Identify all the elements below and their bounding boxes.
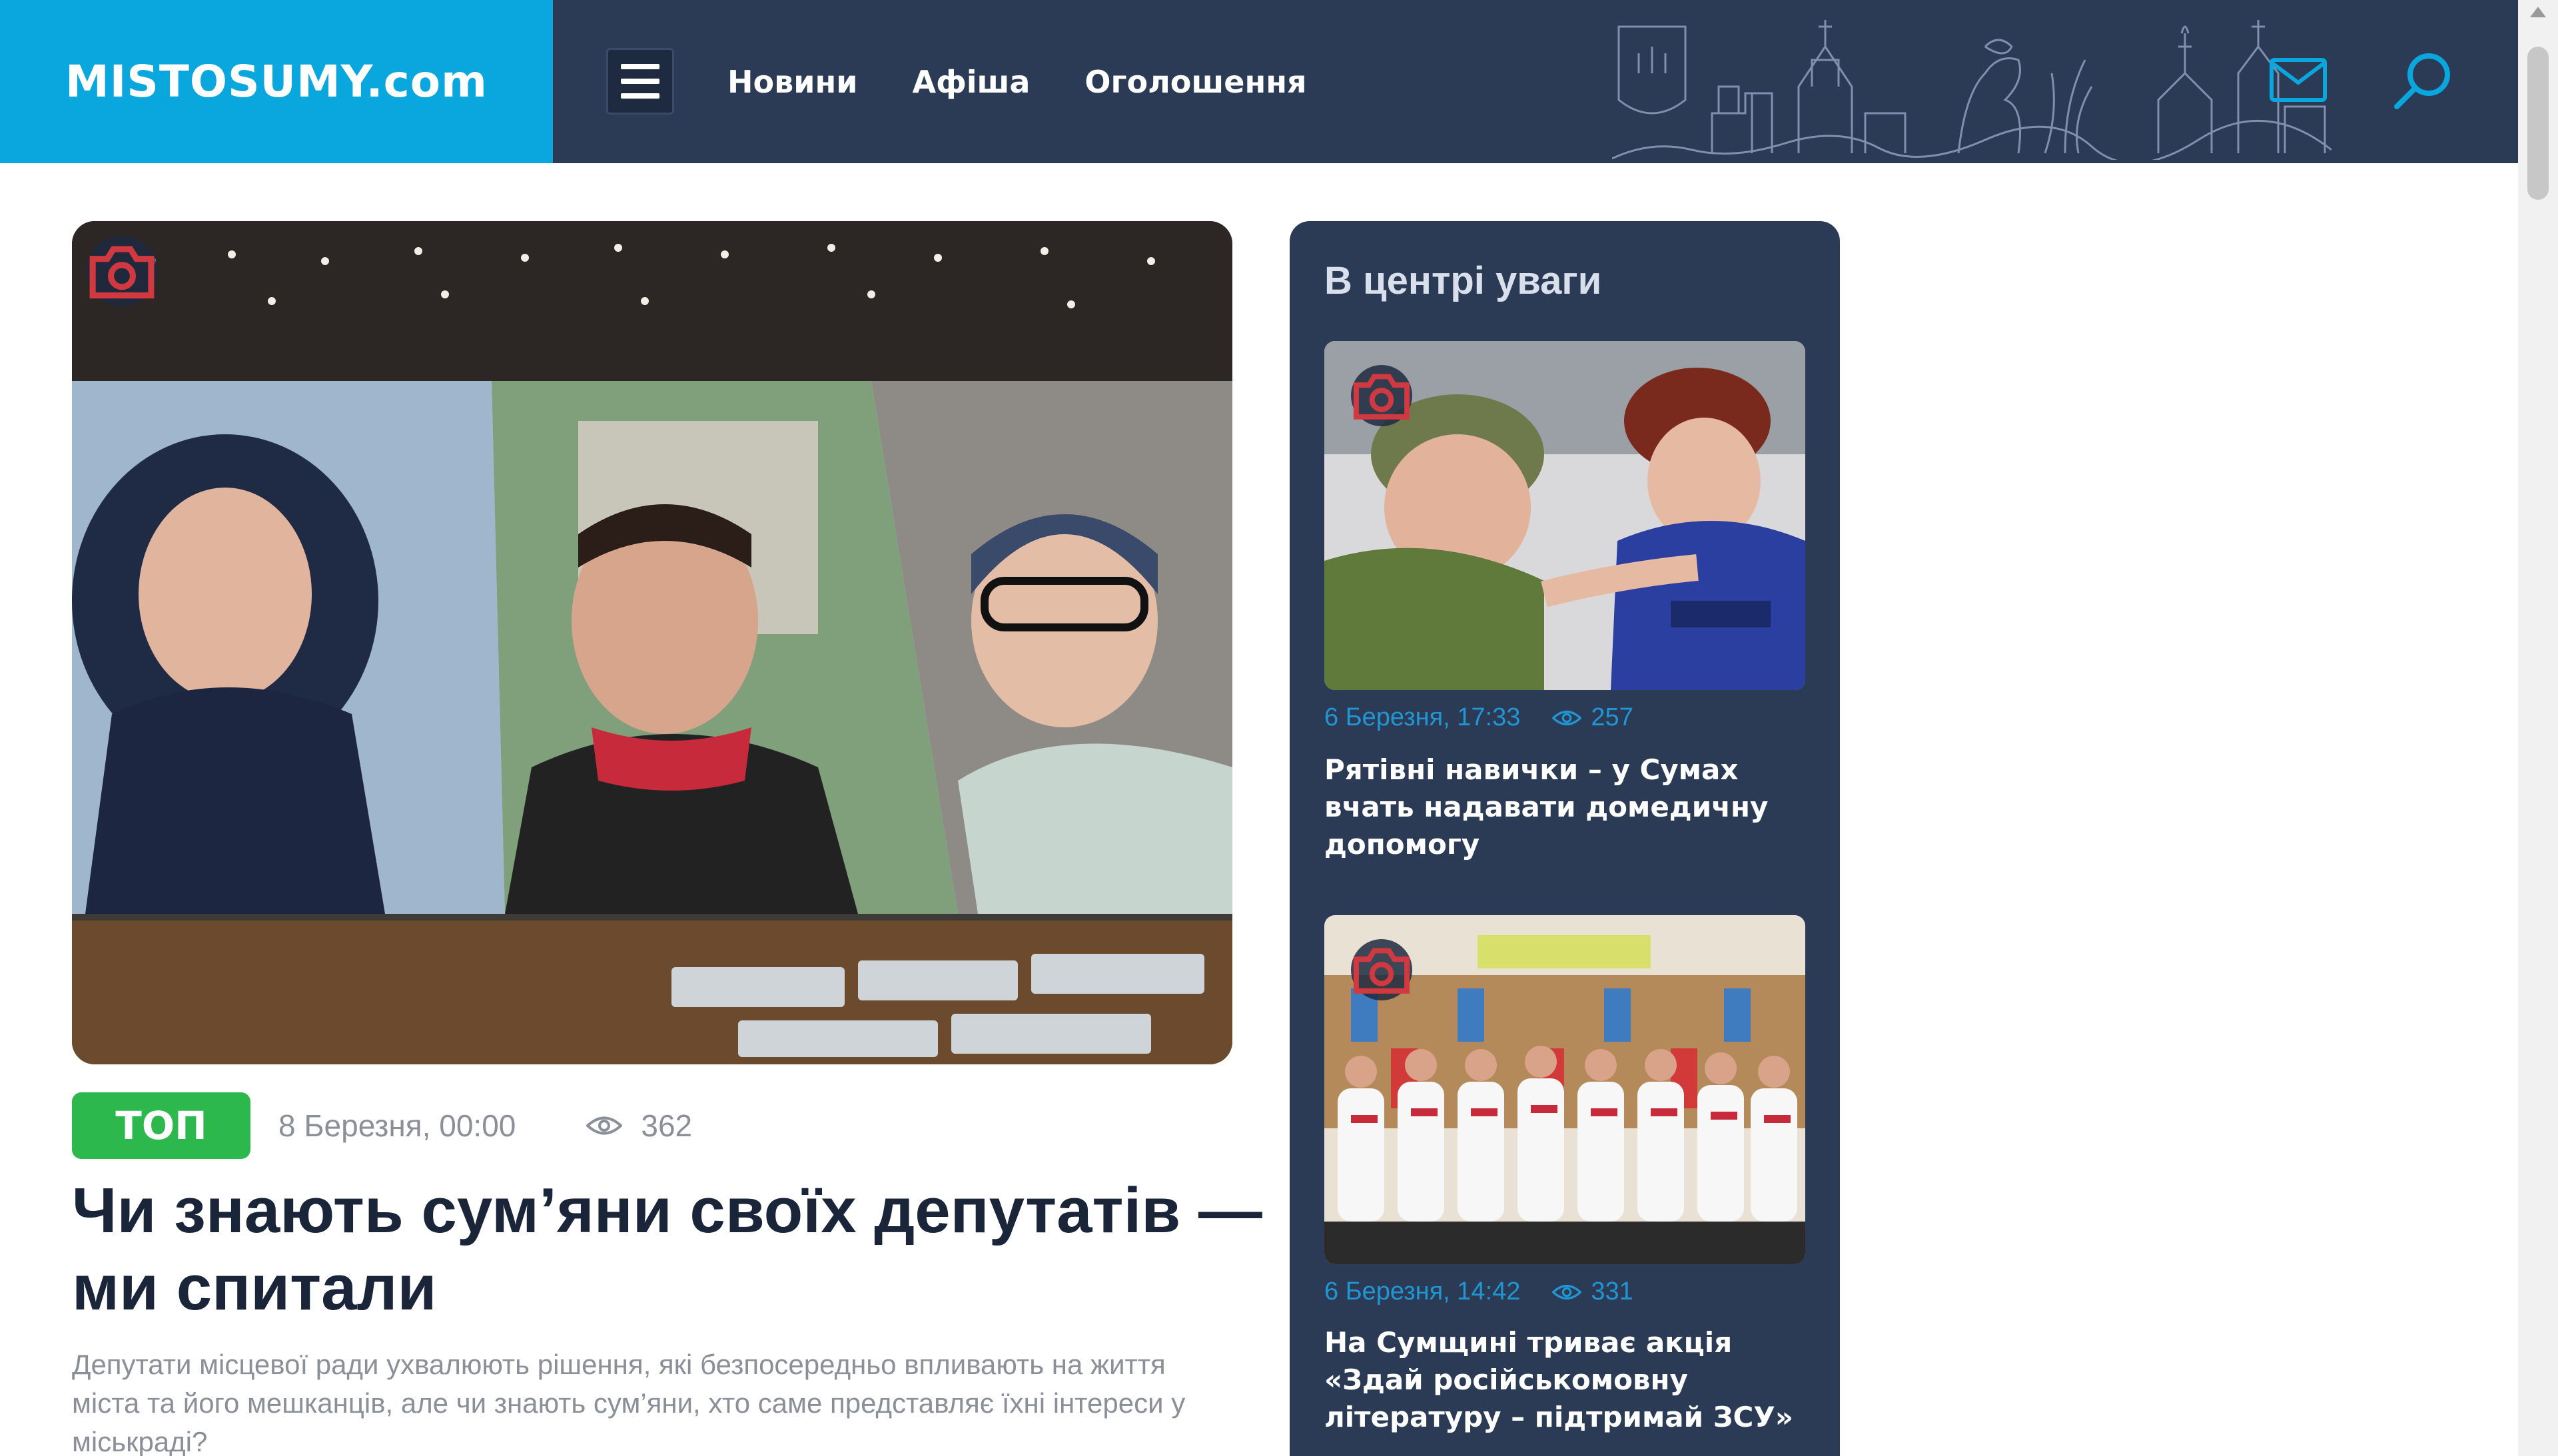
site-logo-text: MISTOSUMY.com	[65, 56, 488, 107]
photo-gallery-badge	[87, 236, 157, 306]
hero-photo-collage	[72, 221, 1232, 1064]
card-date: 6 Березня, 14:42	[1324, 1277, 1521, 1305]
featured-card-title[interactable]: Рятівні навички – у Сумах вчать надавати…	[1324, 751, 1805, 863]
camera-icon	[89, 246, 155, 299]
page-scrollbar[interactable]	[2518, 0, 2558, 1456]
featured-sidebar: В центрі уваги 6 Березня, 17:33 257 Ряті…	[1290, 221, 1840, 1456]
featured-card-title[interactable]: На Сумщині триває акція «Здай російськом…	[1324, 1324, 1805, 1436]
city-skyline-illustration	[1612, 20, 2332, 160]
top-badge[interactable]: ТОП	[72, 1092, 250, 1159]
menu-icon-bar	[621, 93, 659, 99]
hero-article-meta: ТОП 8 Березня, 00:00 362	[72, 1092, 692, 1159]
featured-card-meta: 6 Березня, 17:33 257	[1324, 703, 1633, 732]
site-header: MISTOSUMY.com Новини Афіша Оголошення	[0, 0, 2518, 163]
site-logo[interactable]: MISTOSUMY.com	[0, 0, 553, 163]
card-views-count: 331	[1591, 1277, 1633, 1305]
sidebar-title: В центрі уваги	[1324, 259, 1602, 302]
eye-icon	[586, 1116, 623, 1135]
featured-card-meta: 6 Березня, 14:42 331	[1324, 1277, 1633, 1306]
mail-icon[interactable]	[2268, 55, 2328, 105]
menu-button[interactable]	[606, 48, 674, 115]
menu-icon-bar	[621, 79, 659, 84]
eye-icon	[1552, 1284, 1582, 1299]
search-icon[interactable]	[2391, 48, 2455, 112]
hero-views: 362	[586, 1108, 692, 1144]
eye-icon	[1552, 710, 1582, 725]
menu-icon-bar	[621, 64, 659, 69]
scroll-up-arrow-icon[interactable]	[2530, 7, 2546, 17]
featured-card-image[interactable]	[1324, 915, 1805, 1264]
nav-item-news[interactable]: Новини	[727, 64, 857, 100]
nav-item-events[interactable]: Афіша	[912, 64, 1030, 100]
camera-icon	[1353, 948, 1410, 994]
hero-article-lead: Депутати місцевої ради ухвалюють рішення…	[72, 1349, 1186, 1456]
hero-views-count: 362	[641, 1108, 693, 1143]
card-views-count: 257	[1591, 703, 1633, 731]
card-date: 6 Березня, 17:33	[1324, 703, 1521, 731]
card-views: 257	[1552, 703, 1633, 732]
hero-article-date: 8 Березня, 00:00	[278, 1108, 516, 1143]
photo-gallery-badge	[1351, 939, 1412, 1000]
photo-gallery-badge	[1351, 365, 1412, 426]
card-views: 331	[1552, 1277, 1633, 1306]
featured-card-image[interactable]	[1324, 341, 1805, 690]
nav-item-ads[interactable]: Оголошення	[1084, 64, 1306, 100]
scrollbar-thumb[interactable]	[2527, 47, 2549, 200]
hero-article-image[interactable]	[72, 221, 1232, 1064]
hero-article-title[interactable]: Чи знають сум’яни своїх депутатів — ми с…	[72, 1172, 1284, 1327]
main-nav: Новини Афіша Оголошення	[727, 0, 1307, 163]
camera-icon	[1353, 374, 1410, 420]
